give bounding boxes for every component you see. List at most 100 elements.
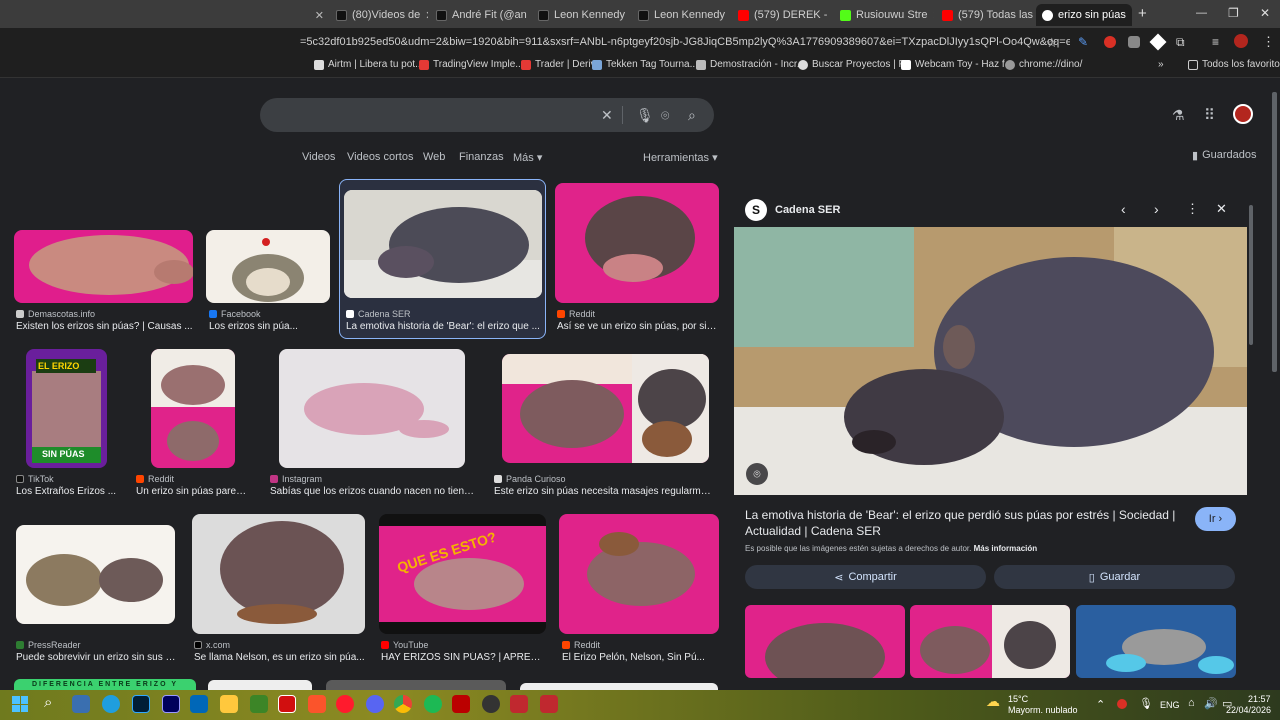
result-image-partial[interactable]: DIFERENCIA ENTRE ERIZO Y	[14, 679, 196, 690]
result-caption[interactable]: Así se ve un erizo sin púas, por si ...	[557, 321, 717, 332]
bookmark-proyectos[interactable]: Buscar Proyectos | F...	[798, 59, 912, 70]
result-caption[interactable]: Existen los erizos sin púas? | Causas ..…	[16, 321, 196, 332]
tray-overflow-icon[interactable]: ⌃	[1096, 698, 1105, 711]
weather-desc[interactable]: Mayorm. nublado	[1008, 705, 1078, 715]
result-caption[interactable]: Puede sobrevivir un erizo sin sus p...	[16, 652, 176, 663]
menu-dots-icon[interactable]: ⋮	[1262, 34, 1275, 50]
account-avatar[interactable]	[1233, 104, 1253, 124]
url-field[interactable]: =5c32df01b925ed50&udm=2&biw=1920&bih=911…	[300, 32, 1070, 52]
search-icon[interactable]: ⌕	[688, 107, 696, 124]
result-image[interactable]: EL ERIZO SIN PÚAS	[26, 349, 107, 468]
maximize-button[interactable]: ❐	[1228, 6, 1239, 20]
app-icon[interactable]	[278, 695, 296, 713]
tab-videos[interactable]: (80)Videos de ✕	[330, 4, 428, 26]
result-image-partial[interactable]	[520, 683, 718, 690]
panel-scrollbar[interactable]	[1249, 205, 1253, 345]
volume-icon[interactable]: 🔊	[1204, 697, 1218, 710]
microphone-tray-icon[interactable]: 🎙	[1139, 697, 1153, 710]
page-scrollbar[interactable]	[1272, 92, 1277, 372]
result-image[interactable]	[16, 525, 175, 624]
result-image[interactable]	[344, 190, 542, 298]
result-image[interactable]	[559, 514, 719, 634]
bookmark-airtm[interactable]: Airtm | Libera tu pot...	[314, 59, 423, 70]
minimize-button[interactable]: —	[1196, 7, 1207, 19]
tab-erizo-active[interactable]: erizo sin púas ✕	[1036, 4, 1132, 26]
shield-icon[interactable]	[1128, 36, 1140, 48]
related-image[interactable]	[910, 605, 1070, 678]
clear-search-icon[interactable]: ✕	[601, 107, 613, 124]
result-image[interactable]	[151, 349, 235, 468]
brave-icon[interactable]	[308, 695, 326, 713]
recording-icon[interactable]	[1117, 699, 1127, 709]
result-image[interactable]	[206, 230, 330, 303]
search-icon[interactable]: ⌕	[44, 694, 52, 711]
lens-search-icon[interactable]: ⌾	[746, 463, 768, 485]
labs-flask-icon[interactable]: ⚗	[1172, 107, 1185, 124]
profile-avatar[interactable]	[1234, 34, 1248, 48]
minecraft-icon[interactable]	[250, 695, 268, 713]
tab-andre[interactable]: André Fit (@an✕	[430, 4, 530, 26]
tab-close-partial[interactable]: ✕	[302, 4, 330, 26]
close-icon[interactable]: ✕	[315, 9, 324, 22]
close-icon[interactable]: ✕	[933, 9, 934, 22]
app-icon[interactable]	[540, 695, 558, 713]
media-controls-icon[interactable]: ≡	[1212, 35, 1219, 49]
voicemeeter-icon[interactable]	[452, 695, 470, 713]
spotify-icon[interactable]	[424, 695, 442, 713]
share-button[interactable]: ⋖ Compartir	[745, 565, 986, 589]
bookmark-star-icon[interactable]: ☆	[1046, 35, 1058, 51]
bookmark-deriv[interactable]: Trader | Deriv	[521, 59, 596, 70]
result-caption[interactable]: Un erizo sin púas parec...	[136, 486, 248, 497]
bookmark-dino[interactable]: chrome://dino/	[1005, 59, 1082, 70]
result-caption[interactable]: HAY ERIZOS SIN PÚAS? | APREN...	[381, 652, 546, 663]
close-icon[interactable]: ✕	[1131, 9, 1132, 22]
result-image[interactable]	[192, 514, 365, 634]
tab-finance[interactable]: Finanzas	[459, 151, 504, 163]
result-image[interactable]	[555, 183, 719, 303]
tab-web[interactable]: Web	[423, 151, 445, 163]
result-image-partial[interactable]	[326, 680, 506, 690]
bookmark-tekken[interactable]: Tekken Tag Tourna...	[592, 59, 698, 70]
obs-icon[interactable]	[482, 695, 500, 713]
language-indicator[interactable]: ENG	[1160, 700, 1180, 710]
related-image[interactable]	[745, 605, 905, 678]
result-caption[interactable]: Sabías que los erizos cuando nacen no ti…	[270, 486, 475, 497]
weather-temp[interactable]: 15°C	[1008, 694, 1028, 704]
close-icon[interactable]: ✕	[425, 9, 428, 22]
save-button[interactable]: ▯ Guardar	[994, 565, 1235, 589]
result-caption[interactable]: Este erizo sin púas necesita masajes reg…	[494, 486, 716, 497]
panel-title[interactable]: La emotiva historia de 'Bear': el erizo …	[745, 507, 1185, 539]
task-view-icon[interactable]	[72, 695, 90, 713]
clock-date[interactable]: 22/04/2026	[1226, 705, 1271, 715]
tools-button[interactable]: Herramientas ▾	[643, 151, 718, 164]
result-image[interactable]	[502, 354, 709, 463]
previous-image-icon[interactable]: ‹	[1121, 201, 1126, 217]
bookmark-demostracion[interactable]: Demostración - Incr...	[696, 59, 805, 70]
microphone-icon[interactable]: 🎙	[636, 107, 654, 124]
related-image[interactable]	[1076, 605, 1236, 678]
tab-videos-nav[interactable]: Videos	[302, 151, 335, 163]
tab-rusiouwu[interactable]: Rusiouwu Stre ✕	[834, 4, 934, 26]
visit-button[interactable]: Ir ›	[1195, 507, 1236, 531]
edge-icon[interactable]	[102, 695, 120, 713]
result-image[interactable]	[279, 349, 465, 468]
discord-icon[interactable]	[366, 695, 384, 713]
tab-leon-2[interactable]: Leon Kennedy✕	[632, 4, 730, 26]
result-caption[interactable]: El Erizo Pelón, Nelson, Sin Pú...	[562, 652, 718, 663]
file-explorer-icon[interactable]	[220, 695, 238, 713]
more-options-icon[interactable]: ⋮	[1186, 201, 1199, 217]
window-close-button[interactable]: ✕	[1260, 6, 1270, 20]
new-tab-button[interactable]: +	[1138, 5, 1147, 22]
bookmark-webcamtoy[interactable]: Webcam Toy - Haz f...	[901, 59, 1013, 70]
photoshop-icon[interactable]	[132, 695, 150, 713]
extensions-puzzle-icon[interactable]: ⧉	[1176, 35, 1185, 50]
close-panel-icon[interactable]: ✕	[1216, 201, 1227, 217]
preview-image[interactable]	[734, 227, 1247, 495]
network-icon[interactable]: ⌂	[1188, 697, 1195, 709]
tab-leon-1[interactable]: Leon Kennedy✕	[532, 4, 630, 26]
panel-source[interactable]: Cadena SER	[775, 204, 840, 216]
tab-todas[interactable]: (579) Todas las ✕	[936, 4, 1036, 26]
more-info-link[interactable]: Más información	[974, 544, 1038, 553]
bookmarks-overflow-icon[interactable]: »	[1158, 59, 1164, 70]
premiere-icon[interactable]	[162, 695, 180, 713]
